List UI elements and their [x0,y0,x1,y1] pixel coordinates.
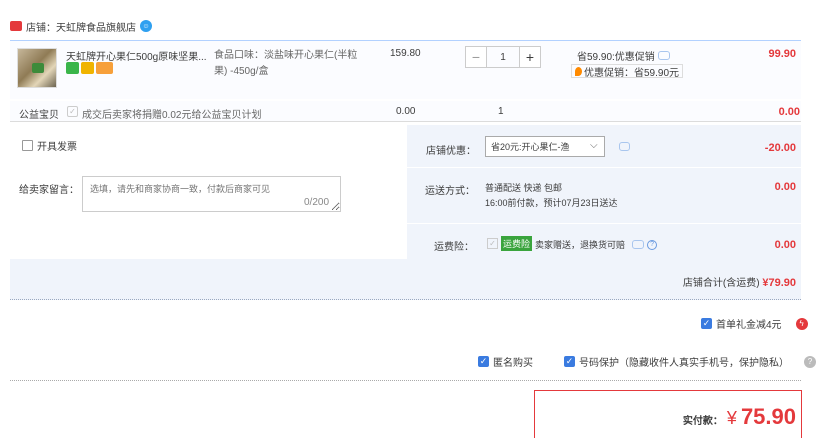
shop-discount-amount: -20.00 [764,142,796,154]
promo-summary: 省59.90:优惠促销 [577,48,670,63]
first-order-discount[interactable]: ✓ 首单礼金减4元 ϟ [701,316,808,331]
invoice-checkbox[interactable] [22,140,33,151]
credit-card-icon [96,62,113,74]
insurance-text: 卖家赠送，退换货可赔 [535,240,626,250]
row-divider [407,223,801,224]
phone-protect-label: 号码保护（隐藏收件人真实手机号，保护隐私） [578,358,789,369]
anonymous-purchase[interactable]: ✓ 匿名购买 [478,354,533,369]
product-title[interactable]: 天虹牌开心果仁500g原味坚果... [66,48,208,63]
message-char-count: 0/200 [304,197,330,208]
shipping-eta: 16:00前付款，预计07月23日送达 [485,198,618,208]
quantity-stepper: − 1 + [465,46,541,68]
pane-divider [406,125,407,259]
charity-total: 0.00 [778,106,800,118]
message-label: 给卖家留言： [19,185,79,196]
insurance-checkbox: ✓ [487,238,498,249]
product-tags [66,62,113,74]
product-sku: 食品口味：淡盐味开心果仁(半粒果) -450g/盒 [214,50,358,77]
chat-bubble-icon[interactable] [619,142,630,151]
shop-header: 店铺：天虹牌食品旗舰店 ☺ [10,17,152,35]
shop-discount-select[interactable]: 省20元:开心果仁-渔 [485,136,605,157]
charity-label: 公益宝贝 [19,110,59,121]
increase-button[interactable]: + [519,46,541,68]
payment-total: 实付款： ¥ 75.90 [683,404,796,430]
quantity-input[interactable]: 1 [487,46,519,68]
anonymous-checkbox[interactable]: ✓ [478,356,489,367]
payment-currency: ¥ [726,408,737,428]
seller-message-input[interactable] [82,176,341,212]
anonymous-label: 匿名购买 [493,358,533,369]
decrease-button[interactable]: − [465,46,487,68]
help-icon[interactable]: ? [804,355,816,368]
shipping-method: 普通配送 快递 包邮 [485,183,563,193]
lightning-icon: ϟ [795,317,808,330]
shipping-label: 运送方式： [425,186,475,197]
shop-total-amount: ¥79.90 [762,277,796,289]
promo-detail[interactable]: 优惠促销：省59.90元 [571,64,684,79]
charity-price: 0.00 [396,106,416,117]
item-total: 99.90 [768,48,796,60]
chat-bubble-icon[interactable] [632,240,645,249]
charity-quantity: 1 [498,106,504,117]
charity-text: 成交后卖家将捐赠0.02元给公益宝贝计划 [82,110,262,121]
help-icon[interactable]: ? [647,239,658,250]
insurance-badge: 运费险 [501,236,533,251]
promo-summary-text: 省59.90:优惠促销 [577,52,655,63]
location-pin-icon [575,66,582,76]
seven-day-return-icon [66,62,79,74]
product-thumbnail[interactable] [17,48,57,88]
unit-price: 159.80 [390,48,421,59]
divider [10,380,801,381]
row-divider [407,167,801,168]
shop-name[interactable]: 店铺：天虹牌食品旗舰店 [26,19,136,34]
insurance-label: 运费险： [434,242,474,253]
insurance-info: 卖家赠送，退换货可赔 ? [535,238,658,251]
shop-discount-label: 店铺优惠： [426,146,476,157]
chevron-down-icon[interactable]: ⌵ [590,140,598,151]
insurance-amount: 0.00 [774,239,796,251]
shop-total: 店铺合计(含运费) ¥79.90 [683,274,796,289]
charity-checkbox: ✓ [67,106,78,117]
payment-label: 实付款： [682,416,723,427]
chat-bubble-icon[interactable] [657,51,670,60]
chat-icon[interactable]: ☺ [140,20,152,32]
payment-amount: 75.90 [740,404,796,429]
phone-protect-checkbox[interactable]: ✓ [564,356,575,367]
shipping-details: 普通配送 快递 包邮 16:00前付款，预计07月23日送达 [485,181,618,211]
shop-badge-icon [10,21,22,31]
badge-icon [81,62,94,74]
shipping-amount: 0.00 [774,181,796,193]
shop-total-label: 店铺合计(含运费) [682,278,760,289]
invoice-option[interactable]: 开具发票 [22,138,77,153]
phone-protection[interactable]: ✓ 号码保护（隐藏收件人真实手机号，保护隐私） ? [564,354,816,369]
promo-detail-text: 优惠促销：省59.90元 [584,67,680,79]
first-order-checkbox[interactable]: ✓ [701,318,712,329]
first-order-label: 首单礼金减4元 [716,320,782,331]
invoice-label: 开具发票 [37,142,77,153]
